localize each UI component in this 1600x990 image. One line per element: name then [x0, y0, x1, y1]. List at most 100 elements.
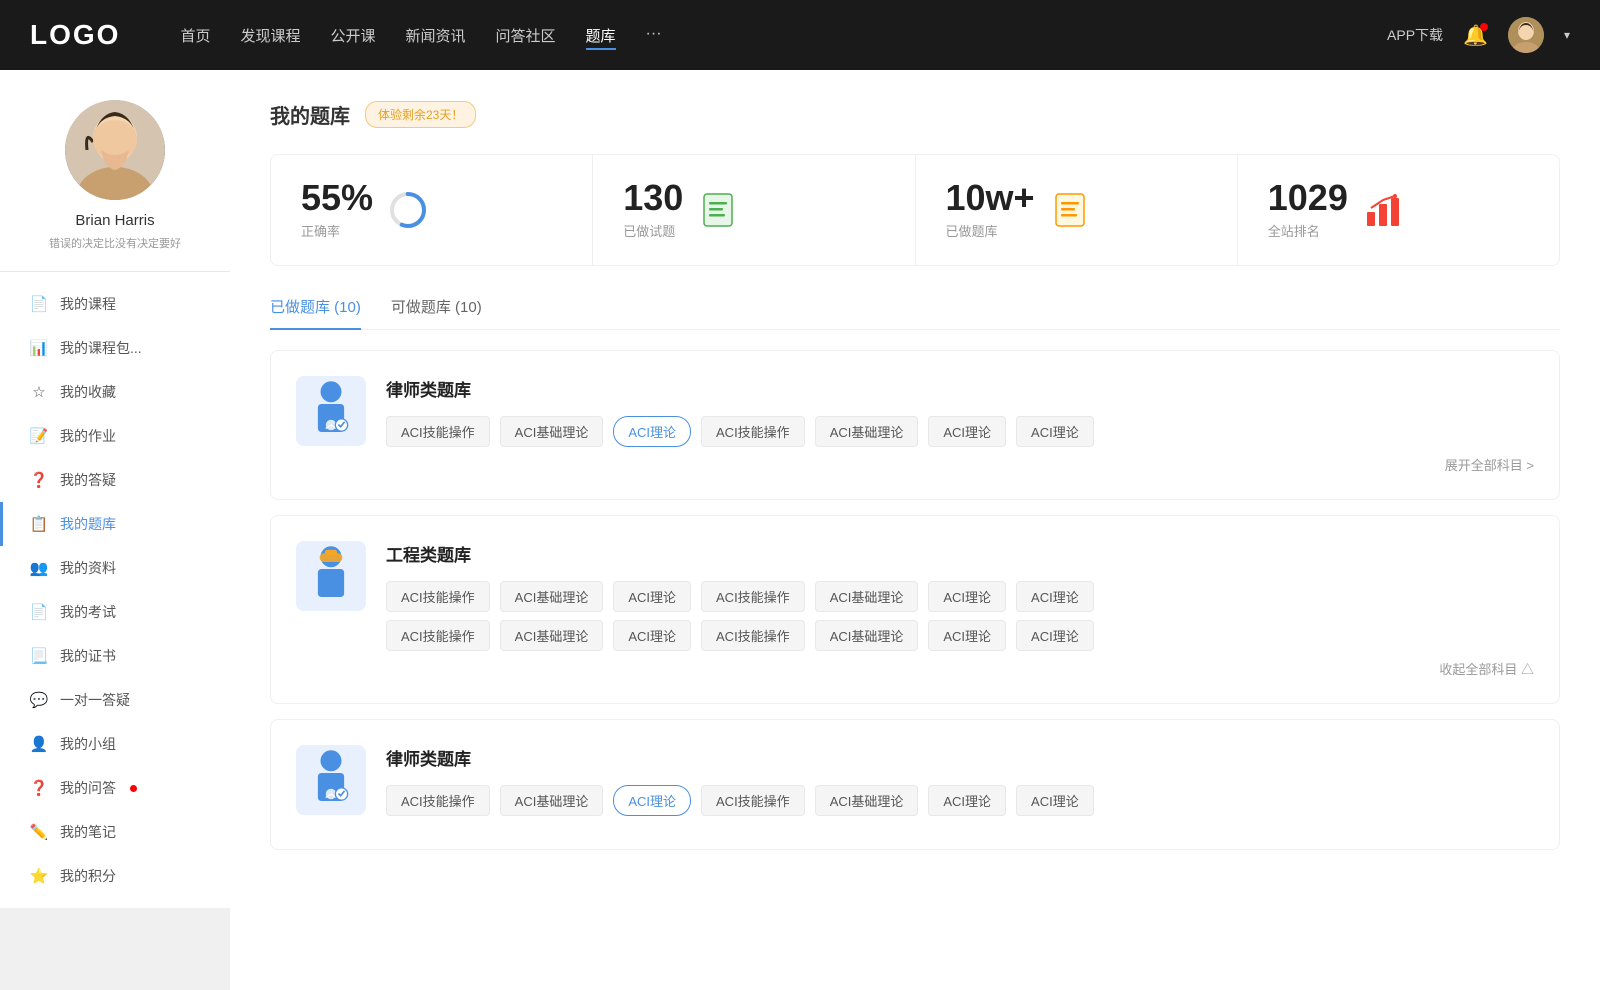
- profile-section: Brian Harris 错误的决定比没有决定要好: [0, 70, 230, 271]
- tag-item[interactable]: ACI技能操作: [386, 416, 490, 447]
- tag-item-active[interactable]: ACI理论: [613, 416, 691, 447]
- tag-item[interactable]: ACI基础理论: [500, 416, 604, 447]
- stat-done-banks-icon: [1050, 190, 1090, 230]
- tab-available-banks[interactable]: 可做题库 (10): [391, 296, 482, 329]
- sidebar-item-profile[interactable]: 👥 我的资料: [0, 546, 230, 590]
- groups-icon: 👤: [30, 735, 48, 753]
- sidebar-item-groups[interactable]: 👤 我的小组: [0, 722, 230, 766]
- stat-done-banks: 10w+ 已做题库: [916, 155, 1238, 265]
- tag-item-active[interactable]: ACI理论: [613, 785, 691, 816]
- stat-done-questions-label: 已做试题: [623, 221, 683, 240]
- stats-row: 55% 正确率 130 已做试题: [270, 154, 1560, 266]
- page-title: 我的题库: [270, 100, 350, 129]
- tabs-row: 已做题库 (10) 可做题库 (10): [270, 296, 1560, 330]
- tab-done-banks[interactable]: 已做题库 (10): [270, 296, 361, 329]
- tag-item[interactable]: ACI基础理论: [815, 416, 919, 447]
- avatar[interactable]: [1508, 17, 1544, 53]
- qa-icon: ❓: [30, 471, 48, 489]
- qbank-lawyer-2-icon: [296, 745, 366, 815]
- sidebar-item-qa[interactable]: ❓ 我的答疑: [0, 458, 230, 502]
- page-header: 我的题库 体验剩余23天！: [270, 100, 1560, 129]
- tag-item[interactable]: ACI基础理论: [500, 581, 604, 612]
- nav-qa[interactable]: 问答社区: [496, 21, 556, 50]
- stat-ranking-value: 1029: [1268, 180, 1348, 216]
- qbank-lawyer-icon: [296, 376, 366, 446]
- profile-data-icon: 👥: [30, 559, 48, 577]
- sidebar: Brian Harris 错误的决定比没有决定要好 📄 我的课程 📊 我的课程包…: [0, 70, 230, 990]
- nav-opencourse[interactable]: 公开课: [330, 21, 375, 50]
- tag-item[interactable]: ACI理论: [928, 620, 1006, 651]
- user-dropdown-arrow[interactable]: ▾: [1564, 28, 1570, 42]
- qbank-card-3-tags: ACI技能操作 ACI基础理论 ACI理论 ACI技能操作 ACI基础理论 AC…: [386, 785, 1534, 816]
- stat-done-questions-icon: [698, 190, 738, 230]
- stat-ranking-icon: [1363, 190, 1403, 230]
- sidebar-item-one-on-one[interactable]: 💬 一对一答疑: [0, 678, 230, 722]
- tag-item[interactable]: ACI技能操作: [386, 581, 490, 612]
- tag-item[interactable]: ACI技能操作: [701, 416, 805, 447]
- questions-icon: ❓: [30, 779, 48, 797]
- courses-icon: 📄: [30, 295, 48, 313]
- tag-item[interactable]: ACI基础理论: [815, 785, 919, 816]
- tag-item[interactable]: ACI技能操作: [386, 620, 490, 651]
- tag-item[interactable]: ACI技能操作: [386, 785, 490, 816]
- tag-item[interactable]: ACI基础理论: [815, 620, 919, 651]
- collapse-all-link[interactable]: 收起全部科目 △: [386, 659, 1534, 678]
- tag-item[interactable]: ACI基础理论: [500, 620, 604, 651]
- sidebar-item-certificates[interactable]: 📃 我的证书: [0, 634, 230, 678]
- trial-badge: 体验剩余23天！: [365, 101, 476, 128]
- tag-item[interactable]: ACI基础理论: [500, 785, 604, 816]
- nav-more[interactable]: ···: [646, 21, 662, 50]
- tag-item[interactable]: ACI理论: [1016, 416, 1094, 447]
- tag-item[interactable]: ACI理论: [613, 620, 691, 651]
- tag-item[interactable]: ACI技能操作: [701, 581, 805, 612]
- tag-item[interactable]: ACI技能操作: [701, 620, 805, 651]
- nav-discover[interactable]: 发现课程: [240, 21, 300, 50]
- profile-motto: 错误的决定比没有决定要好: [49, 235, 181, 251]
- sidebar-item-courses[interactable]: 📄 我的课程: [0, 282, 230, 326]
- tag-item[interactable]: ACI理论: [1016, 581, 1094, 612]
- tag-item[interactable]: ACI理论: [928, 581, 1006, 612]
- stat-accuracy-label: 正确率: [301, 221, 373, 240]
- sidebar-item-qbank[interactable]: 📋 我的题库: [0, 502, 230, 546]
- main-layout: Brian Harris 错误的决定比没有决定要好 📄 我的课程 📊 我的课程包…: [0, 70, 1600, 990]
- tag-item[interactable]: ACI技能操作: [701, 785, 805, 816]
- nav-qbank[interactable]: 题库: [586, 21, 616, 50]
- course-packages-icon: 📊: [30, 339, 48, 357]
- sidebar-item-points[interactable]: ⭐ 我的积分: [0, 854, 230, 898]
- sidebar-item-exams[interactable]: 📄 我的考试: [0, 590, 230, 634]
- qbank-icon: 📋: [30, 515, 48, 533]
- tag-item[interactable]: ACI理论: [1016, 785, 1094, 816]
- navbar-right: APP下载 🔔 ▾: [1387, 17, 1570, 53]
- stat-done-banks-label: 已做题库: [946, 221, 1035, 240]
- sidebar-menu: 📄 我的课程 📊 我的课程包... ☆ 我的收藏 📝 我的作业 ❓ 我的答疑 📋: [0, 272, 230, 908]
- notification-bell-icon[interactable]: 🔔: [1463, 23, 1488, 48]
- app-download-button[interactable]: APP下载: [1387, 25, 1443, 45]
- navbar: LOGO 首页 发现课程 公开课 新闻资讯 问答社区 题库 ··· APP下载 …: [0, 0, 1600, 70]
- stat-ranking-label: 全站排名: [1268, 221, 1348, 240]
- qbank-card-1-title: 律师类题库: [386, 376, 1534, 401]
- one-on-one-icon: 💬: [30, 691, 48, 709]
- profile-avatar: [65, 100, 165, 200]
- tag-item[interactable]: ACI理论: [1016, 620, 1094, 651]
- sidebar-item-homework[interactable]: 📝 我的作业: [0, 414, 230, 458]
- tag-item[interactable]: ACI理论: [928, 785, 1006, 816]
- nav-news[interactable]: 新闻资讯: [406, 21, 466, 50]
- expand-all-link[interactable]: 展开全部科目 >: [386, 455, 1534, 474]
- nav-home[interactable]: 首页: [180, 21, 210, 50]
- tag-item[interactable]: ACI理论: [928, 416, 1006, 447]
- sidebar-item-course-packages[interactable]: 📊 我的课程包...: [0, 326, 230, 370]
- profile-name: Brian Harris: [75, 212, 154, 229]
- sidebar-item-questions[interactable]: ❓ 我的问答: [0, 766, 230, 810]
- stat-accuracy-icon: [388, 190, 428, 230]
- tag-item[interactable]: ACI基础理论: [815, 581, 919, 612]
- qbank-card-2-body: 工程类题库 ACI技能操作 ACI基础理论 ACI理论 ACI技能操作 ACI基…: [386, 541, 1534, 678]
- tag-item[interactable]: ACI理论: [613, 581, 691, 612]
- sidebar-item-favorites[interactable]: ☆ 我的收藏: [0, 370, 230, 414]
- sidebar-item-notes[interactable]: ✏️ 我的笔记: [0, 810, 230, 854]
- logo: LOGO: [30, 19, 120, 51]
- qbank-card-lawyer-2: 律师类题库 ACI技能操作 ACI基础理论 ACI理论 ACI技能操作 ACI基…: [270, 719, 1560, 850]
- certificates-icon: 📃: [30, 647, 48, 665]
- stat-accuracy-value: 55%: [301, 180, 373, 216]
- qbank-card-engineer: 工程类题库 ACI技能操作 ACI基础理论 ACI理论 ACI技能操作 ACI基…: [270, 515, 1560, 704]
- main-content: 我的题库 体验剩余23天！ 55% 正确率: [230, 70, 1600, 990]
